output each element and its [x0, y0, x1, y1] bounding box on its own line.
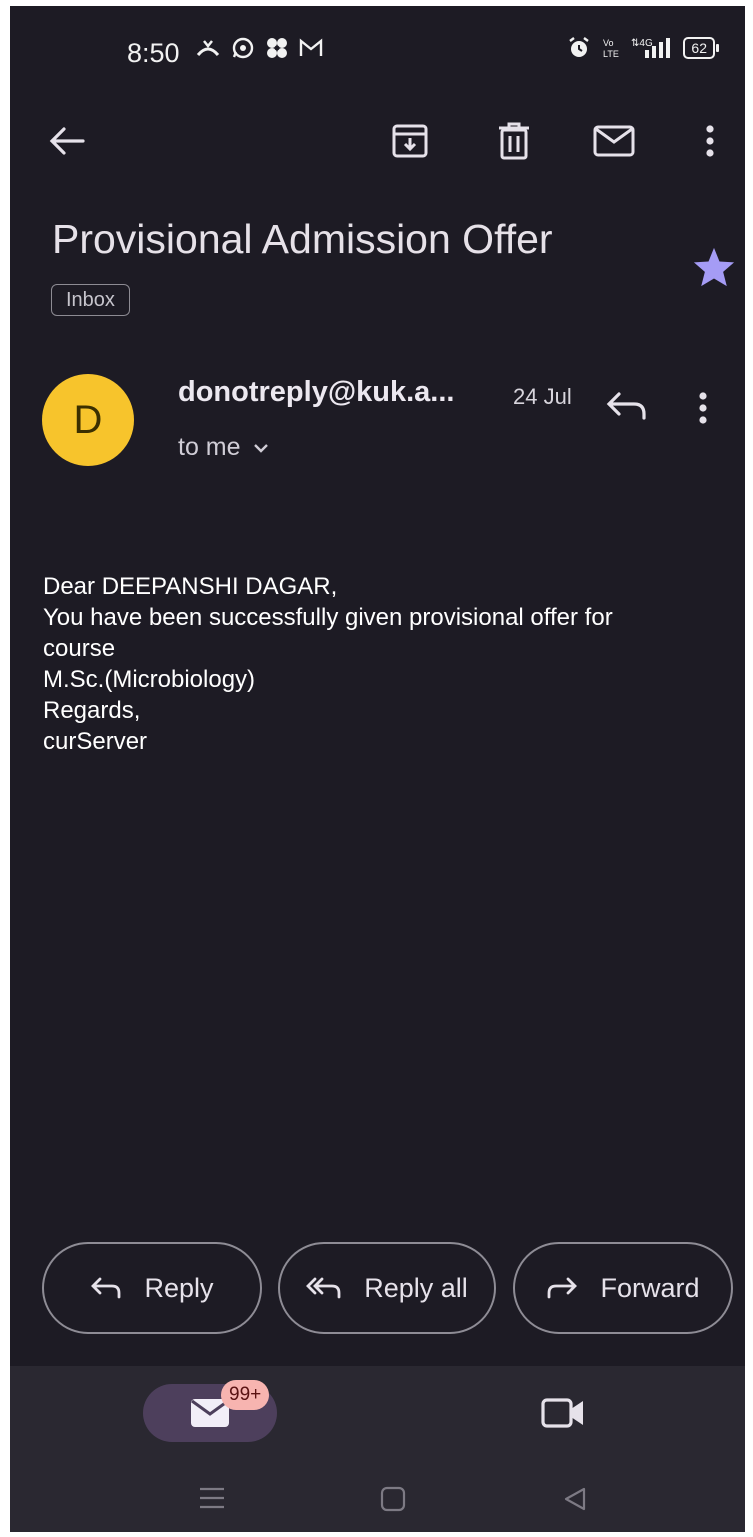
sender-avatar[interactable]: D [42, 374, 134, 466]
triangle-back-icon [564, 1487, 586, 1511]
system-status-icons: Vo LTE ⇅4G 62 [567, 36, 719, 60]
reply-all-label: Reply all [364, 1272, 468, 1303]
system-back-button[interactable] [562, 1486, 588, 1517]
recipient-details-toggle[interactable]: to me [178, 433, 269, 462]
unread-count-badge: 99+ [221, 1380, 270, 1410]
reply-button[interactable]: Reply [42, 1242, 262, 1334]
reply-icon [606, 392, 646, 420]
archive-button[interactable] [383, 114, 437, 168]
4g-signal-icon: ⇅4G [631, 36, 673, 60]
archive-icon [392, 124, 428, 158]
email-subject: Provisional Admission Offer [52, 216, 553, 262]
status-bar: 8:50 Vo LTE ⇅4G 62 [10, 6, 745, 96]
email-date: 24 Jul [513, 384, 572, 409]
body-line: course [43, 635, 116, 662]
sender-address[interactable]: donotreply@kuk.a... [178, 376, 454, 409]
body-line: You have been successfully given provisi… [43, 604, 613, 631]
body-line: Dear DEEPANSHI DAGAR, [43, 573, 338, 600]
whatsapp-icon [231, 36, 255, 60]
recent-apps-button[interactable] [198, 1486, 226, 1515]
recipient-label: to me [178, 433, 241, 461]
notification-icons [195, 36, 323, 60]
message-more-button[interactable] [698, 391, 708, 430]
star-icon [693, 247, 735, 287]
chevron-down-icon [253, 443, 268, 453]
more-vert-icon [699, 392, 707, 424]
battery-indicator: 62 [683, 37, 719, 59]
email-body: Dear DEEPANSHI DAGAR, You have been succ… [43, 571, 743, 757]
home-button[interactable] [380, 1486, 406, 1517]
reply-icon [91, 1277, 121, 1299]
reply-all-button[interactable]: Reply all [278, 1242, 496, 1334]
delete-icon [499, 122, 529, 160]
menu-lines-icon [200, 1487, 224, 1509]
status-time: 8:50 [127, 38, 180, 68]
forward-label: Forward [600, 1272, 700, 1303]
mark-unread-button[interactable] [587, 114, 641, 168]
pinwheel-app-icon [265, 36, 289, 60]
mark-unread-icon [593, 125, 635, 157]
body-line: M.Sc.(Microbiology) [43, 666, 256, 693]
email-toolbar [10, 106, 745, 176]
gmail-icon [299, 38, 323, 58]
svg-text:LTE: LTE [603, 49, 619, 59]
video-camera-icon [541, 1398, 583, 1428]
quick-reply-button[interactable] [606, 391, 648, 426]
volte-icon: Vo LTE [601, 36, 621, 60]
more-vert-icon [706, 125, 714, 157]
email-screen: 8:50 Vo LTE ⇅4G 62 Provisional Admission… [10, 6, 745, 1532]
forward-icon [548, 1277, 578, 1299]
inbox-label-chip[interactable]: Inbox [51, 284, 130, 316]
delete-button[interactable] [487, 114, 541, 168]
alarm-icon [567, 36, 591, 60]
missed-call-icon [195, 37, 221, 59]
body-line: Regards, [43, 697, 141, 724]
bottom-navigation: 99+ [10, 1366, 745, 1532]
system-navigation-bar [10, 1476, 745, 1526]
svg-text:Vo: Vo [603, 38, 614, 48]
meet-tab[interactable] [540, 1396, 586, 1435]
star-button[interactable] [692, 246, 736, 293]
more-options-button[interactable] [683, 114, 737, 168]
forward-button[interactable]: Forward [513, 1242, 733, 1334]
body-line: curServer [43, 728, 148, 755]
svg-text:⇅4G: ⇅4G [631, 38, 653, 49]
reply-all-icon [306, 1277, 341, 1299]
reply-label: Reply [144, 1272, 214, 1303]
back-button[interactable] [40, 114, 94, 168]
back-arrow-icon [49, 127, 85, 155]
square-home-icon [380, 1486, 406, 1512]
reply-actions: Reply Reply all Forward [10, 1242, 745, 1337]
